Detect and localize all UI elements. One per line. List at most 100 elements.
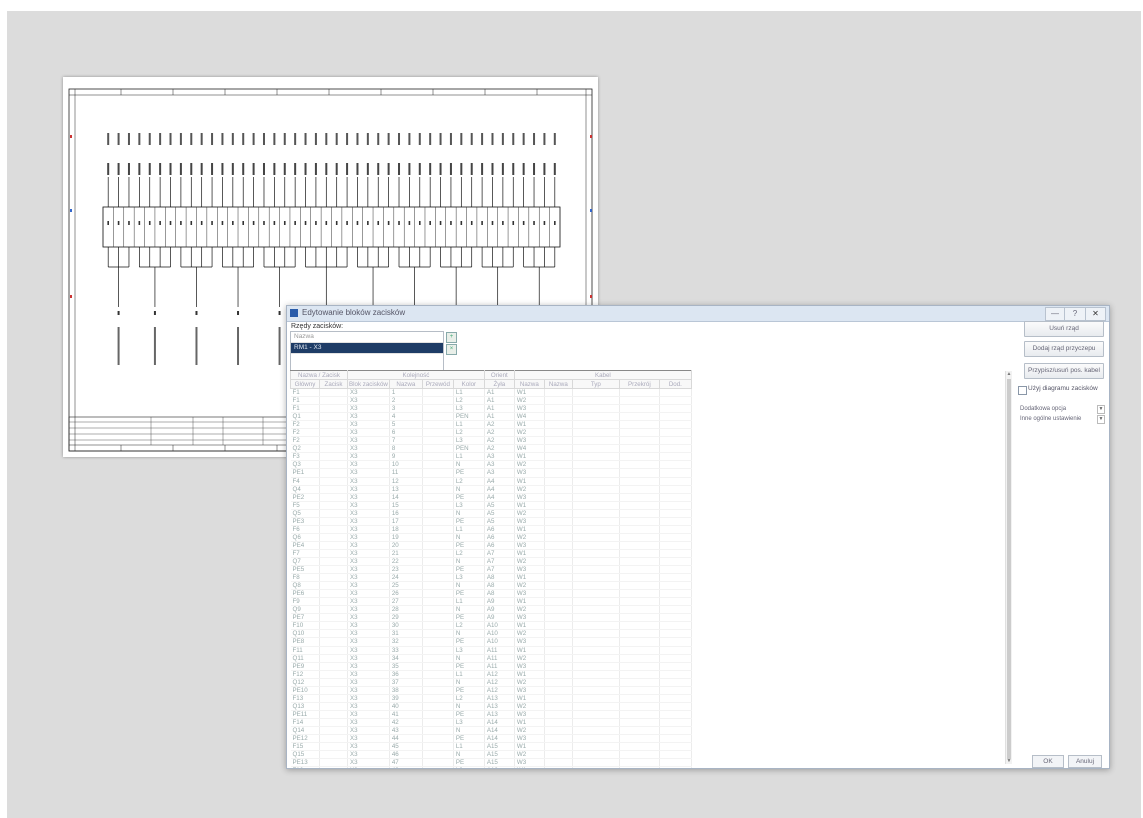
table-cell[interactable]: PE: [453, 468, 485, 478]
table-cell[interactable]: W4: [514, 444, 545, 454]
table-cell[interactable]: [572, 702, 620, 711]
table-cell[interactable]: F13: [290, 694, 320, 703]
table-cell[interactable]: X3: [347, 396, 390, 406]
table-cell[interactable]: [319, 581, 348, 591]
column-header[interactable]: Nazwa: [513, 379, 545, 389]
table-cell[interactable]: [319, 686, 348, 695]
table-cell[interactable]: [544, 750, 573, 760]
table-cell[interactable]: W1: [514, 452, 545, 462]
table-cell[interactable]: [619, 646, 660, 655]
table-cell[interactable]: X3: [347, 444, 390, 454]
table-cell[interactable]: [572, 501, 620, 510]
table-cell[interactable]: [572, 670, 620, 679]
table-cell[interactable]: [422, 436, 454, 446]
table-cell[interactable]: PE10: [290, 686, 320, 695]
table-cell[interactable]: [619, 565, 660, 575]
table-row[interactable]: Q6 X3 19 N A6 W2: [290, 533, 692, 542]
table-cell[interactable]: PE: [453, 613, 485, 623]
table-cell[interactable]: X3: [347, 412, 390, 422]
table-cell[interactable]: W2: [514, 678, 545, 687]
table-cell[interactable]: [659, 517, 692, 526]
table-row[interactable]: PE1 X3 11 PE A3 W3: [290, 468, 692, 478]
table-cell[interactable]: A2: [483, 420, 515, 430]
table-cell[interactable]: [659, 428, 692, 438]
table-cell[interactable]: [319, 412, 348, 422]
table-cell[interactable]: [422, 493, 454, 502]
table-cell[interactable]: L1: [453, 670, 485, 679]
table-cell[interactable]: [544, 589, 573, 599]
table-cell[interactable]: [659, 501, 692, 510]
table-cell[interactable]: [422, 629, 454, 639]
table-cell[interactable]: [659, 742, 692, 752]
table-cell[interactable]: L1: [453, 420, 485, 430]
table-cell[interactable]: X3: [347, 533, 390, 542]
table-cell[interactable]: W2: [514, 428, 545, 438]
table-cell[interactable]: F6: [290, 525, 320, 534]
table-cell[interactable]: 17: [389, 517, 423, 526]
table-cell[interactable]: W3: [514, 613, 545, 623]
table-cell[interactable]: [659, 541, 692, 550]
table-cell[interactable]: 38: [389, 686, 423, 695]
table-cell[interactable]: [619, 613, 660, 623]
table-cell[interactable]: A7: [483, 549, 515, 558]
table-row[interactable]: Q10 X3 31 N A10 W2: [290, 629, 692, 639]
table-row[interactable]: Q7 X3 22 N A7 W2: [290, 557, 692, 567]
table-cell[interactable]: A5: [483, 509, 515, 518]
table-cell[interactable]: [659, 637, 692, 647]
table-cell[interactable]: [422, 686, 454, 695]
table-cell[interactable]: PE: [453, 517, 485, 526]
table-row[interactable]: F10 X3 30 L2 A10 W1: [290, 621, 692, 631]
table-cell[interactable]: [572, 412, 620, 422]
table-row[interactable]: F2 X3 7 L3 A2 W3: [290, 436, 692, 446]
table-cell[interactable]: 48: [389, 766, 423, 768]
table-cell[interactable]: [619, 420, 660, 430]
table-cell[interactable]: [319, 428, 348, 438]
table-cell[interactable]: [619, 702, 660, 711]
table-row[interactable]: PE12 X3 44 PE A14 W3: [290, 734, 692, 744]
table-cell[interactable]: [572, 460, 620, 470]
table-row[interactable]: PE8 X3 32 PE A10 W3: [290, 637, 692, 647]
table-cell[interactable]: [572, 477, 620, 486]
table-cell[interactable]: A2: [483, 428, 515, 438]
table-cell[interactable]: [619, 742, 660, 752]
table-cell[interactable]: [544, 420, 573, 430]
table-cell[interactable]: [319, 750, 348, 760]
table-cell[interactable]: [319, 549, 348, 558]
table-cell[interactable]: [422, 662, 454, 671]
table-cell[interactable]: Q15: [290, 750, 320, 760]
table-cell[interactable]: N: [453, 533, 485, 542]
table-cell[interactable]: [422, 549, 454, 558]
table-cell[interactable]: F1: [290, 404, 320, 414]
table-cell[interactable]: N: [453, 485, 485, 494]
table-cell[interactable]: 29: [389, 613, 423, 623]
table-cell[interactable]: [619, 597, 660, 607]
table-cell[interactable]: N: [453, 557, 485, 567]
table-cell[interactable]: [544, 557, 573, 567]
table-row[interactable]: PE2 X3 14 PE A4 W3: [290, 493, 692, 502]
table-cell[interactable]: A7: [483, 557, 515, 567]
table-cell[interactable]: [544, 718, 573, 727]
table-cell[interactable]: [619, 662, 660, 671]
table-cell[interactable]: [319, 517, 348, 526]
table-cell[interactable]: [422, 758, 454, 768]
table-cell[interactable]: [659, 436, 692, 446]
table-cell[interactable]: W3: [514, 517, 545, 526]
table-cell[interactable]: [544, 388, 573, 398]
table-cell[interactable]: [619, 678, 660, 687]
table-row[interactable]: PE10 X3 38 PE A12 W3: [290, 686, 692, 695]
table-cell[interactable]: [572, 718, 620, 727]
table-row[interactable]: F14 X3 42 L3 A14 W1: [290, 718, 692, 727]
table-cell[interactable]: [319, 477, 348, 486]
table-cell[interactable]: W2: [514, 750, 545, 760]
table-cell[interactable]: [659, 565, 692, 575]
table-cell[interactable]: [619, 573, 660, 583]
list-item[interactable]: Nazwa: [291, 332, 443, 343]
table-cell[interactable]: [572, 452, 620, 462]
table-cell[interactable]: PE9: [290, 662, 320, 671]
chevron-down-icon[interactable]: ▼: [1097, 415, 1105, 424]
table-row[interactable]: PE13 X3 47 PE A15 W3: [290, 758, 692, 768]
table-cell[interactable]: [619, 621, 660, 631]
table-cell[interactable]: [544, 686, 573, 695]
table-cell[interactable]: [319, 420, 348, 430]
table-cell[interactable]: [659, 694, 692, 703]
